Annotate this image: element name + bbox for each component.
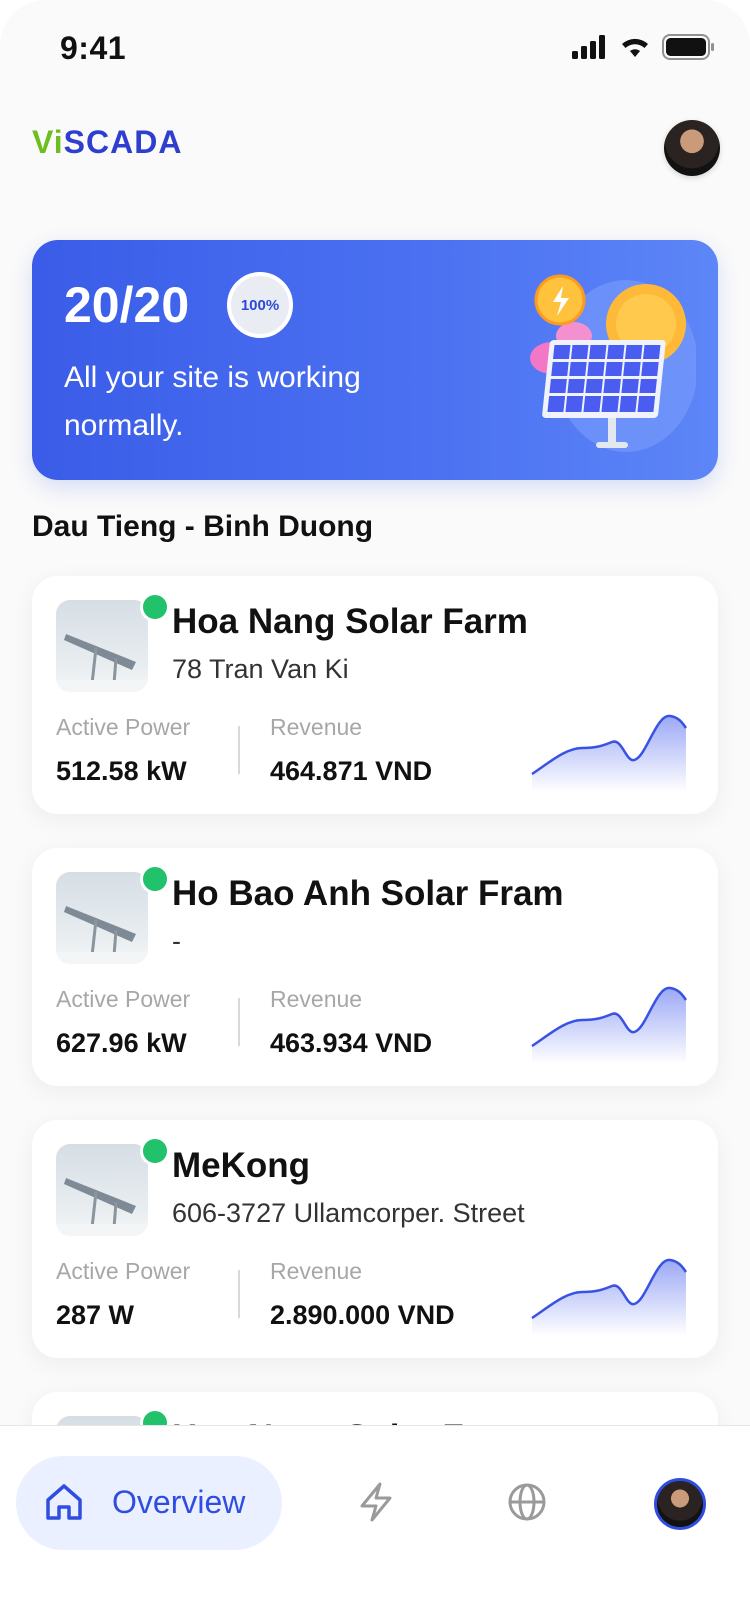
site-card[interactable]: MeKong 606-3727 Ullamcorper. Street Acti… [32,1120,718,1358]
divider [238,726,240,774]
site-address: 606-3727 Ullamcorper. Street [172,1198,525,1228]
online-status-dot [140,864,170,894]
region-title: Dau Tieng - Binh Duong [32,510,374,543]
site-thumbnail [56,872,148,964]
active-power-value: 627.96 kW [56,1028,187,1058]
percent-badge: 100% [227,272,293,338]
site-name: Hoa Nang Solar Farm [172,602,528,641]
revenue-value: 2.890.000 VND [270,1300,455,1330]
site-thumbnail [56,1144,148,1236]
app-screen: 9:41 ViSCADA 20/20 100% All your site is… [0,0,750,1624]
user-avatar[interactable] [664,120,720,176]
power-sparkline [531,714,688,792]
site-name: MeKong [172,1146,311,1185]
site-card[interactable]: Hoa Nang Solar Farm 78 Tran Van Ki Activ… [32,576,718,814]
active-power-value: 287 W [56,1300,135,1330]
active-power-value: 512.58 kW [56,756,187,786]
status-icons [572,34,716,60]
nav-overview-tab[interactable]: Overview [16,1456,282,1550]
power-sparkline [531,986,688,1064]
site-count: 20/20 [64,277,190,333]
summary-card[interactable]: 20/20 100% All your site is working norm… [32,240,718,480]
solar-panel-illustration [530,274,696,452]
revenue-label: Revenue [270,986,363,1012]
active-power-label: Active Power [56,1258,191,1284]
divider [238,998,240,1046]
wifi-icon [622,38,648,57]
revenue-value: 464.871 VND [270,756,433,786]
online-status-dot [140,592,170,622]
site-name: Ho Bao Anh Solar Fram [172,874,564,913]
nav-overview-label: Overview [112,1484,246,1520]
battery-icon [662,34,714,60]
revenue-label: Revenue [270,1258,363,1284]
divider [238,1270,240,1318]
home-icon [46,1484,82,1520]
online-status-dot [140,1136,170,1166]
viscada-logo[interactable]: ViSCADA [32,124,182,161]
status-time: 9:41 [60,30,127,66]
summary-message: All your site is working normally. [64,361,361,442]
globe-icon[interactable] [505,1480,549,1524]
site-address: - [172,926,181,956]
lightning-icon[interactable] [354,1480,398,1524]
site-card[interactable]: Ho Bao Anh Solar Fram - Active Power 627… [32,848,718,1086]
active-power-label: Active Power [56,986,191,1012]
power-sparkline [531,1258,688,1336]
revenue-value: 463.934 VND [270,1028,433,1058]
revenue-label: Revenue [270,714,363,740]
site-address: 78 Tran Van Ki [172,654,349,684]
site-thumbnail [56,600,148,692]
active-power-label: Active Power [56,714,191,740]
nav-profile-avatar[interactable] [654,1478,706,1530]
signal-icon [572,35,605,59]
bottom-nav: Overview [0,1425,750,1624]
